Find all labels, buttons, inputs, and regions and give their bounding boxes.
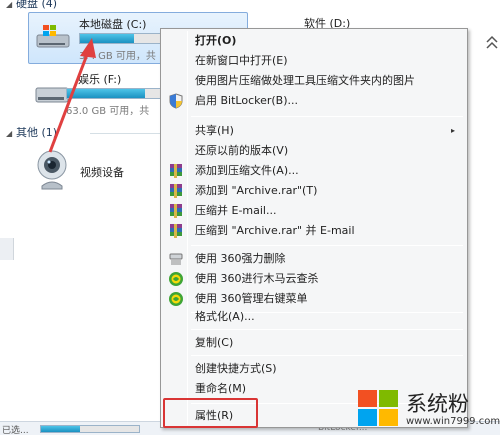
shield-icon (169, 93, 183, 109)
watermark-text: 系统粉 (406, 392, 469, 416)
winrar-icon (170, 184, 182, 198)
watermark: 系统粉 www.win7999.com (356, 386, 500, 432)
drive-f-usage-bar (66, 88, 166, 99)
menu-item-open-new-window[interactable]: 在新窗口中打开(E) (163, 51, 465, 71)
shredder-icon (169, 253, 183, 265)
drive-f-free: 63.0 GB 可用，共 (66, 106, 150, 117)
menu-item-create-shortcut[interactable]: 创建快捷方式(S) (163, 359, 465, 379)
navigation-pane-edge[interactable] (0, 238, 14, 260)
winrar-icon (170, 164, 182, 178)
menu-item-restore-versions[interactable]: 还原以前的版本(V) (163, 141, 465, 161)
menu-item-compress-rar-email[interactable]: 压缩到 "Archive.rar" 并 E-mail (163, 221, 465, 241)
drive-c-label: 本地磁盘 (C:) (79, 18, 147, 31)
status-text: 已选... (2, 426, 29, 435)
menu-item-copy[interactable]: 复制(C) (163, 333, 465, 353)
group-header-other[interactable]: ◢ 其他 (1) (6, 125, 57, 141)
menu-item-open[interactable]: 打开(O) (163, 31, 465, 51)
collapse-triangle-icon: ◢ (6, 0, 13, 9)
status-usage-bar (40, 425, 140, 433)
menu-item-format[interactable]: 格式化(A)... (163, 307, 465, 327)
360-icon (169, 292, 183, 306)
menu-item-compress-email[interactable]: 压缩并 E-mail... (163, 201, 465, 221)
menu-item-360-shred[interactable]: 使用 360强力删除 (163, 249, 465, 269)
collapse-triangle-icon: ◢ (6, 129, 13, 138)
context-menu: 打开(O) 在新窗口中打开(E) 使用图片压缩做处理工具压缩文件夹内的图片 启用… (160, 28, 468, 428)
drive-f-label: 娱乐 (F:) (78, 73, 122, 86)
properties-highlight-box (163, 398, 258, 428)
watermark-url: www.win7999.com (406, 416, 500, 427)
submenu-arrow-icon: ▸ (450, 126, 455, 135)
group-header-disk[interactable]: ◢ 硬盘 (4) (6, 0, 57, 12)
menu-item-share[interactable]: 共享(H) ▸ (163, 121, 465, 141)
webcam-icon (37, 150, 67, 190)
drive-f-usage-fill (67, 89, 146, 98)
windows-drive-icon (36, 25, 70, 48)
menu-item-360-trojan-scan[interactable]: 使用 360进行木马云查杀 (163, 269, 465, 289)
menu-separator (191, 329, 463, 330)
drive-c-free: 3. . GB 可用，共 (79, 51, 156, 62)
360-icon (169, 272, 183, 286)
menu-item-compress-images[interactable]: 使用图片压缩做处理工具压缩文件夹内的图片 (163, 71, 465, 91)
video-device-label: 视频设备 (80, 166, 124, 179)
scroll-chevron-icon[interactable] (484, 28, 500, 88)
menu-item-bitlocker[interactable]: 启用 BitLocker(B)... (163, 91, 465, 111)
drive-c-usage-fill (80, 34, 134, 43)
menu-separator (191, 116, 463, 117)
menu-separator (191, 355, 463, 356)
winrar-icon (170, 204, 182, 218)
menu-item-add-to-archive[interactable]: 添加到压缩文件(A)... (163, 161, 465, 181)
winrar-icon (170, 224, 182, 238)
menu-separator (191, 245, 463, 246)
hard-drive-icon (35, 87, 69, 103)
menu-item-360-manage-menu[interactable]: 使用 360管理右键菜单 (163, 289, 465, 309)
drive-f[interactable]: 娱乐 (F:) 63.0 GB 可用，共 (28, 68, 178, 120)
group-divider (90, 133, 160, 134)
menu-item-add-to-archive-rar[interactable]: 添加到 "Archive.rar"(T) (163, 181, 465, 201)
windows-logo-icon (358, 390, 398, 426)
